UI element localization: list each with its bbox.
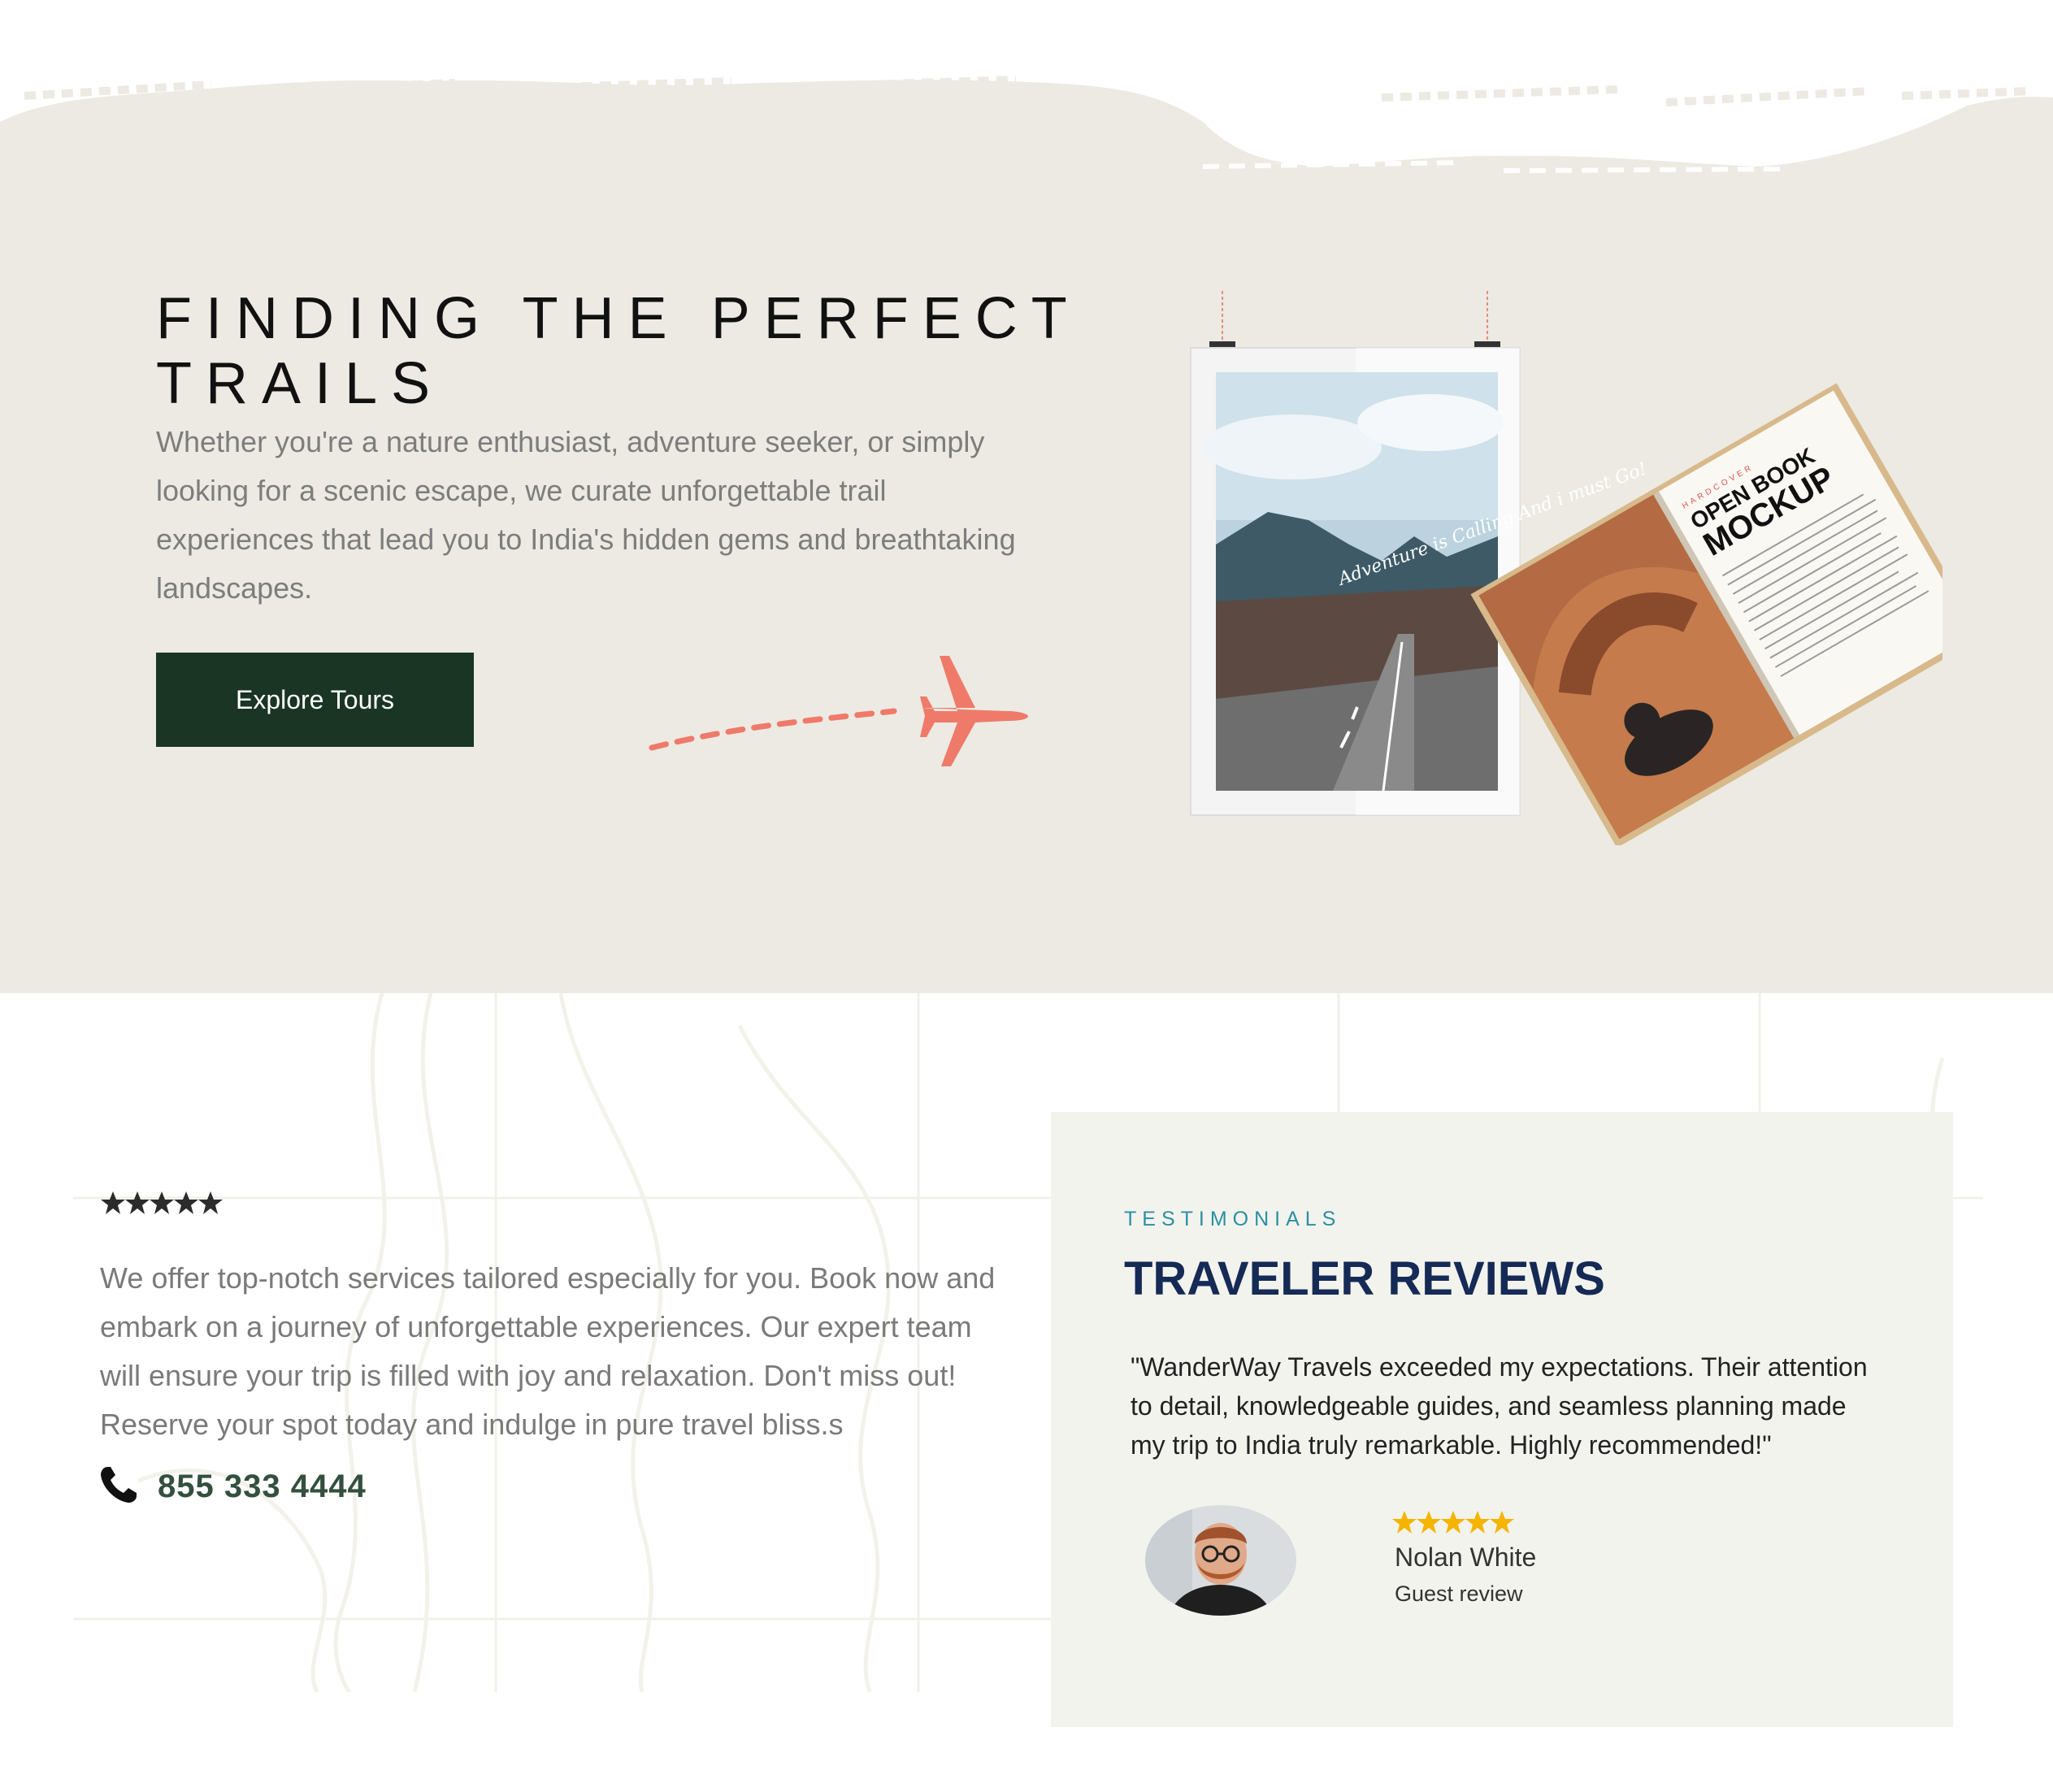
star-icon: [125, 1191, 150, 1214]
testimonials-title: TRAVELER REVIEWS: [1124, 1252, 1605, 1305]
star-icon: [1441, 1511, 1465, 1534]
plane-icon: [918, 656, 1028, 766]
star-icon: [1490, 1511, 1514, 1534]
star-icon: [1465, 1511, 1490, 1534]
hero-section: FINDING THE PERFECT TRAILS Whether you'r…: [0, 0, 2053, 993]
star-icon: [1392, 1511, 1417, 1534]
star-icon: [101, 1191, 125, 1214]
star-icon: [1417, 1511, 1441, 1534]
testimonial-card: TESTIMONIALS TRAVELER REVIEWS "WanderWay…: [1051, 1112, 1953, 1727]
hero-description: Whether you're a nature enthusiast, adve…: [156, 425, 1016, 605]
reviewer-label: Guest review: [1395, 1582, 1523, 1606]
star-icon: [150, 1191, 174, 1214]
hero-title: FINDING THE PERFECT TRAILS: [156, 286, 1080, 416]
avatar: [1145, 1505, 1296, 1616]
phone-icon: [101, 1467, 137, 1503]
services-description: We offer top-notch services tailored esp…: [100, 1261, 996, 1441]
services-rating-stars: [101, 1191, 223, 1214]
reviewer-rating-stars: [1392, 1511, 1514, 1534]
reviewer-name: Nolan White: [1395, 1543, 1537, 1572]
explore-tours-button[interactable]: Explore Tours: [156, 653, 474, 747]
phone-number[interactable]: 855 333 4444: [158, 1469, 367, 1505]
star-icon: [174, 1191, 198, 1214]
testimonial-quote: "WanderWay Travels exceeded my expectati…: [1131, 1352, 1868, 1460]
star-icon: [198, 1191, 223, 1214]
poster-and-book-mockup: Adventure is Calling And i must Go! HARD…: [1190, 291, 1942, 845]
plane-trail-decoration: [649, 656, 1028, 766]
testimonials-eyebrow: TESTIMONIALS: [1124, 1208, 1342, 1230]
